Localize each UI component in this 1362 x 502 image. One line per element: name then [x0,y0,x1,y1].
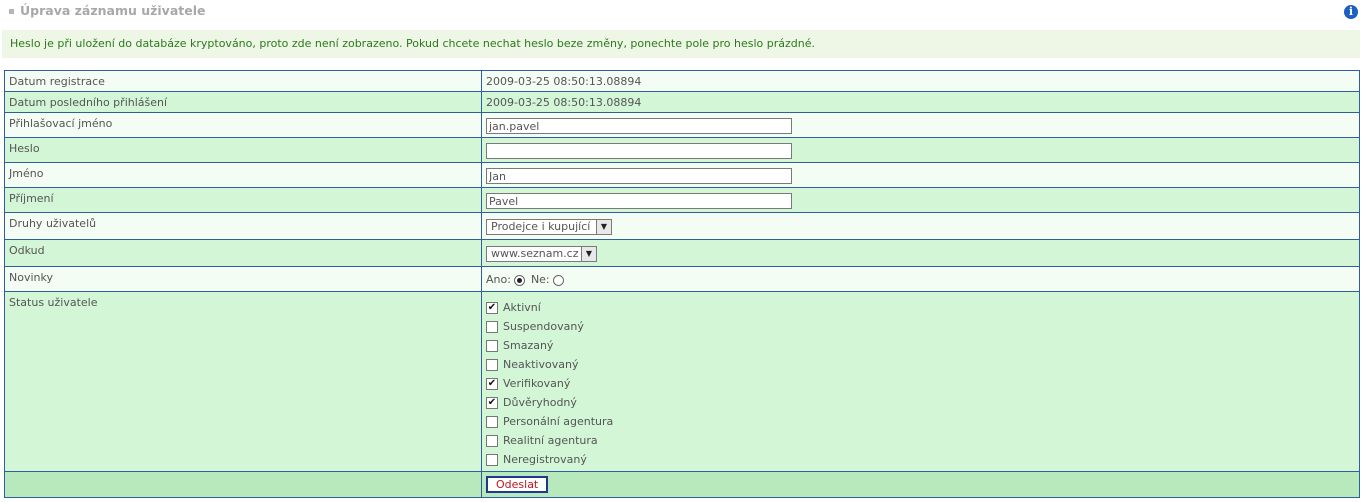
first-name-input[interactable] [486,168,792,184]
status-option-label: Neregistrovaný [503,453,587,466]
status-checkbox-list: ✔ Aktivní Suspendovaný Smazaný Neaktivovaný ✔… [481,291,1360,472]
submit-button[interactable]: Odeslat [486,476,549,493]
page-header: Úprava záznamu uživatele i [0,0,1362,24]
label-user-type: Druhy uživatelů [4,212,482,240]
user-type-selected: Prodejce i kupující [491,220,591,233]
status-checkbox[interactable] [486,415,498,428]
status-option-label: Neaktivovaný [503,358,579,371]
news-no-label: Ne: [530,273,550,286]
status-option-label: Personální agentura [503,415,614,428]
status-option[interactable]: ✔ Verifikovaný [486,374,1355,393]
status-checkbox[interactable] [486,453,498,466]
source-select[interactable]: www.seznam.cz ▼ [486,246,597,262]
status-checkbox[interactable]: ✔ [486,377,498,390]
row-last-login: Datum posledního přihlášení 2009-03-25 0… [4,91,1360,113]
status-checkbox[interactable] [486,434,498,447]
status-option[interactable]: ✔ Aktivní [486,298,1355,317]
header-bullet-icon [9,9,14,14]
label-login: Přihlašovací jméno [4,112,482,138]
label-status: Status uživatele [4,291,482,472]
row-status: Status uživatele ✔ Aktivní Suspendovaný Sma… [4,291,1360,472]
row-password: Heslo [4,137,1360,163]
user-edit-form: Datum registrace 2009-03-25 08:50:13.088… [4,70,1360,498]
row-submit: Odeslat [4,471,1360,498]
status-option-label: Realitní agentura [503,434,598,447]
label-registration-date: Datum registrace [4,70,482,92]
chevron-down-icon: ▼ [581,247,596,261]
status-option[interactable]: Personální agentura [486,412,1355,431]
label-first-name: Jméno [4,162,482,188]
row-login: Přihlašovací jméno [4,112,1360,138]
source-selected: www.seznam.cz [491,247,579,260]
status-option-label: Verifikovaný [503,377,571,390]
news-no-radio[interactable] [552,274,564,286]
row-news: Novinky Ano: Ne: [4,266,1360,292]
status-option[interactable]: Smazaný [486,336,1355,355]
status-checkbox[interactable] [486,358,498,371]
value-registration-date: 2009-03-25 08:50:13.08894 [481,70,1360,92]
status-option-label: Suspendovaný [503,320,584,333]
row-source: Odkud www.seznam.cz ▼ [4,239,1360,267]
status-checkbox[interactable] [486,320,498,333]
password-input[interactable] [486,143,792,159]
status-option[interactable]: Realitní agentura [486,431,1355,450]
label-last-name: Příjmení [4,187,482,213]
row-registration-date: Datum registrace 2009-03-25 08:50:13.088… [4,70,1360,92]
password-notice: Heslo je při uložení do databáze kryptov… [2,30,1360,58]
status-option[interactable]: Neaktivovaný [486,355,1355,374]
user-type-select[interactable]: Prodejce i kupující ▼ [486,219,612,235]
last-name-input[interactable] [486,193,792,209]
chevron-down-icon: ▼ [596,220,611,234]
status-option[interactable]: Suspendovaný [486,317,1355,336]
status-checkbox[interactable] [486,339,498,352]
label-source: Odkud [4,239,482,267]
label-news: Novinky [4,266,482,292]
label-last-login: Datum posledního přihlášení [4,91,482,113]
row-first-name: Jméno [4,162,1360,188]
status-option[interactable]: Neregistrovaný [486,450,1355,469]
status-option-label: Důvěryhodný [503,396,577,409]
status-option-label: Aktivní [503,301,541,314]
news-yes-radio[interactable] [513,274,525,286]
row-last-name: Příjmení [4,187,1360,213]
page-title: Úprava záznamu uživatele [20,3,206,18]
status-checkbox[interactable]: ✔ [486,301,498,314]
status-checkbox[interactable]: ✔ [486,396,498,409]
login-input[interactable] [486,118,792,134]
status-option-label: Smazaný [503,339,554,352]
info-icon[interactable]: i [1344,5,1358,19]
value-last-login: 2009-03-25 08:50:13.08894 [481,91,1360,113]
row-user-type: Druhy uživatelů Prodejce i kupující ▼ [4,212,1360,240]
news-yes-label: Ano: [486,273,511,286]
label-password: Heslo [4,137,482,163]
status-option[interactable]: ✔ Důvěryhodný [486,393,1355,412]
